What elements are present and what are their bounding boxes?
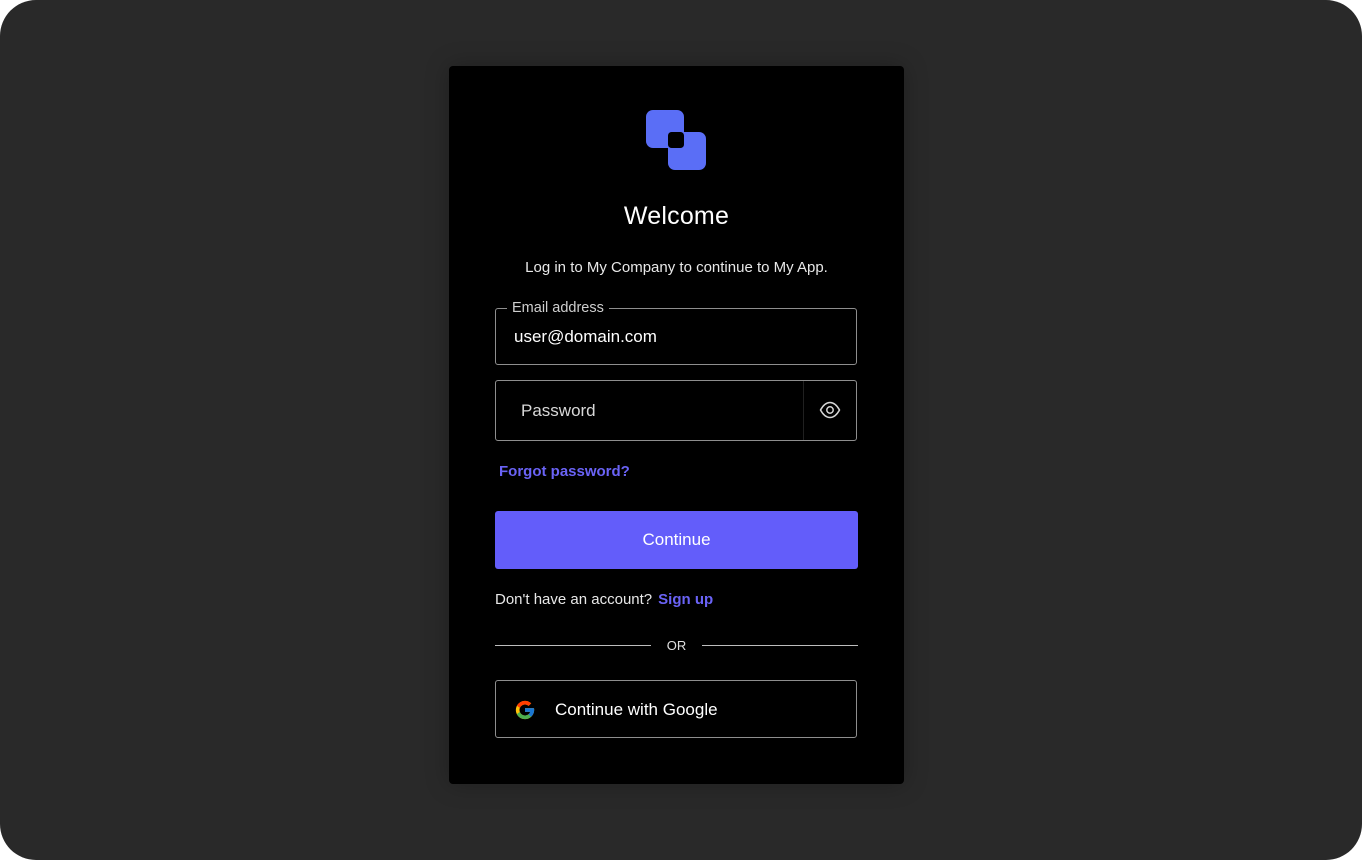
password-field[interactable]: Password — [495, 380, 857, 441]
password-placeholder: Password — [521, 401, 596, 420]
email-field[interactable]: Email address user@domain.com — [495, 299, 857, 365]
continue-with-google-button[interactable]: Continue with Google — [495, 680, 857, 738]
forgot-password-link[interactable]: Forgot password? — [499, 463, 630, 480]
continue-button[interactable]: Continue — [495, 511, 858, 569]
signup-row: Don't have an account? Sign up — [495, 591, 713, 608]
email-label: Email address — [507, 299, 609, 317]
google-button-label: Continue with Google — [555, 700, 718, 719]
or-divider: OR — [495, 637, 858, 655]
page-title: Welcome — [623, 202, 730, 230]
no-account-text: Don't have an account? — [495, 591, 653, 608]
login-card: Welcome Log in to My Company to continue… — [449, 66, 904, 784]
show-password-button[interactable] — [803, 381, 856, 440]
sign-up-link[interactable]: Sign up — [658, 591, 713, 608]
google-icon — [515, 700, 535, 720]
eye-icon[interactable] — [819, 401, 841, 419]
app-logo-icon — [646, 110, 706, 170]
divider-line-right — [702, 645, 858, 646]
divider-line-left — [495, 645, 651, 646]
divider-text: OR — [666, 638, 687, 653]
page-subtitle: Log in to My Company to continue to My A… — [525, 259, 828, 276]
email-value[interactable]: user@domain.com — [514, 327, 657, 347]
app-background: Welcome Log in to My Company to continue… — [0, 0, 1362, 860]
